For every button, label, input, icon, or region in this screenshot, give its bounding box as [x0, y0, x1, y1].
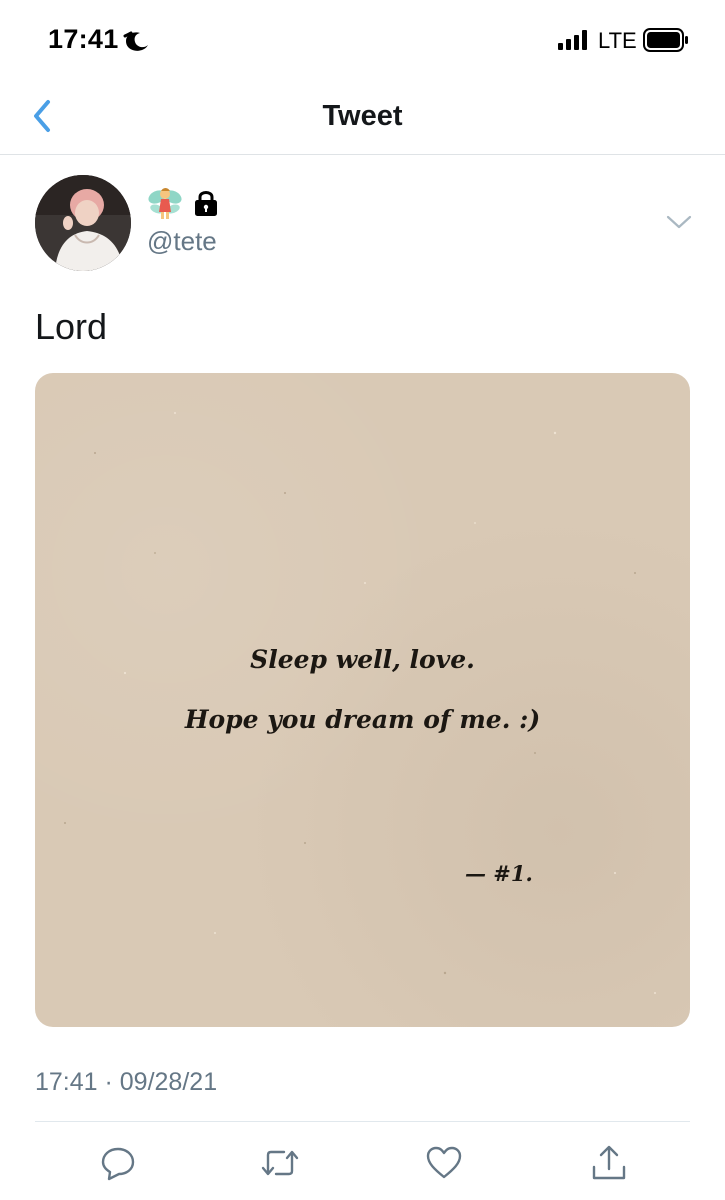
moon-icon: [123, 31, 148, 51]
battery-icon: [643, 28, 688, 52]
name-row: [147, 186, 219, 220]
retweet-icon: [261, 1150, 299, 1176]
avatar-image: [35, 175, 131, 271]
paper-texture: [64, 412, 656, 994]
nav-bar: Tweet: [0, 78, 725, 155]
heart-icon: [426, 1146, 462, 1179]
image-signature: — #1.: [465, 861, 533, 886]
signal-bars-icon: [558, 30, 587, 50]
network-label: LTE: [598, 28, 637, 53]
reply-button[interactable]: [98, 1143, 138, 1183]
reply-bubble-icon: [101, 1147, 135, 1181]
divider: [35, 1121, 690, 1122]
avatar[interactable]: [35, 175, 131, 271]
image-text-line-2: Hope you dream of me. :): [184, 705, 541, 734]
share-button[interactable]: [589, 1143, 629, 1183]
page-title: Tweet: [322, 100, 403, 132]
retweet-button[interactable]: [260, 1143, 300, 1183]
status-time: 17:41: [48, 24, 119, 54]
tweet-timestamp: 17:41 · 09/28/21: [35, 1068, 218, 1096]
status-bar: 17:41 LTE: [0, 0, 725, 78]
like-button[interactable]: [424, 1143, 464, 1183]
share-icon: [592, 1145, 626, 1180]
tweet-image[interactable]: Sleep well, love. Hope you dream of me. …: [35, 373, 690, 1027]
fairy-emoji-icon: [148, 188, 182, 219]
lock-icon: [195, 191, 217, 216]
action-bar: [0, 1135, 725, 1195]
user-handle[interactable]: @tete: [147, 226, 217, 257]
tweet-text: Lord: [35, 306, 108, 347]
image-text-line-1: Sleep well, love.: [250, 645, 475, 674]
chevron-down-icon[interactable]: [666, 214, 692, 230]
